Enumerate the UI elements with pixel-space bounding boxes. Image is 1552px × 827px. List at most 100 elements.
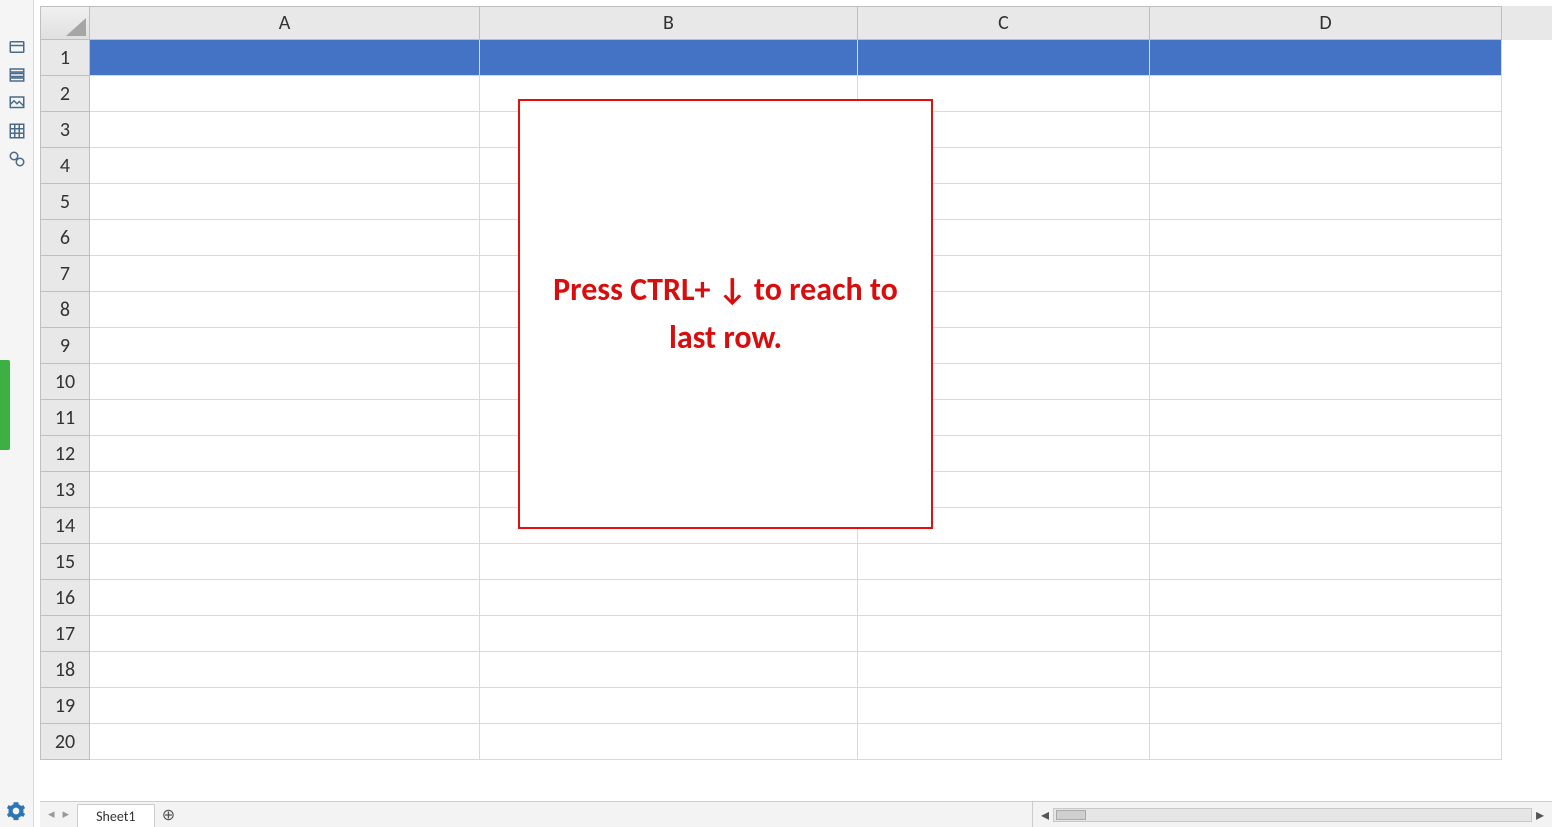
cell-A15[interactable] <box>90 544 480 580</box>
tab-nav-arrows[interactable]: ◂ ▸ <box>40 802 77 827</box>
cell-A10[interactable] <box>90 364 480 400</box>
cell-B1[interactable] <box>480 40 858 76</box>
cell-A13[interactable] <box>90 472 480 508</box>
cell-C16[interactable] <box>858 580 1150 616</box>
add-sheet-button[interactable]: ⊕ <box>155 802 183 827</box>
cell-B17[interactable] <box>480 616 858 652</box>
cell-D2[interactable] <box>1150 76 1502 112</box>
row-16: 16 <box>40 580 1552 616</box>
row-header-14[interactable]: 14 <box>40 508 90 544</box>
cell-B16[interactable] <box>480 580 858 616</box>
cell-D12[interactable] <box>1150 436 1502 472</box>
row-header-4[interactable]: 4 <box>40 148 90 184</box>
cell-C20[interactable] <box>858 724 1150 760</box>
row-18: 18 <box>40 652 1552 688</box>
row-header-11[interactable]: 11 <box>40 400 90 436</box>
cell-A9[interactable] <box>90 328 480 364</box>
hscroll-thumb[interactable] <box>1056 810 1086 820</box>
sidebar-handle[interactable] <box>0 360 10 450</box>
row-header-17[interactable]: 17 <box>40 616 90 652</box>
hscroll-track[interactable] <box>1053 808 1532 822</box>
cell-C18[interactable] <box>858 652 1150 688</box>
cell-A19[interactable] <box>90 688 480 724</box>
row-header-18[interactable]: 18 <box>40 652 90 688</box>
cell-B15[interactable] <box>480 544 858 580</box>
row-header-13[interactable]: 13 <box>40 472 90 508</box>
cell-A20[interactable] <box>90 724 480 760</box>
cell-A14[interactable] <box>90 508 480 544</box>
find-icon[interactable] <box>6 148 28 170</box>
row-header-5[interactable]: 5 <box>40 184 90 220</box>
cell-A8[interactable] <box>90 292 480 328</box>
cell-D9[interactable] <box>1150 328 1502 364</box>
cell-A16[interactable] <box>90 580 480 616</box>
column-header-B[interactable]: B <box>480 6 858 40</box>
cell-D10[interactable] <box>1150 364 1502 400</box>
cell-A2[interactable] <box>90 76 480 112</box>
cell-A12[interactable] <box>90 436 480 472</box>
cell-A6[interactable] <box>90 220 480 256</box>
cell-D3[interactable] <box>1150 112 1502 148</box>
hscroll-right-icon[interactable]: ▸ <box>1532 807 1548 823</box>
cell-D20[interactable] <box>1150 724 1502 760</box>
cell-A5[interactable] <box>90 184 480 220</box>
horizontal-scrollbar[interactable]: ◂ ▸ <box>1032 802 1552 827</box>
cell-B18[interactable] <box>480 652 858 688</box>
cell-D17[interactable] <box>1150 616 1502 652</box>
cell-B20[interactable] <box>480 724 858 760</box>
row-header-16[interactable]: 16 <box>40 580 90 616</box>
cell-A11[interactable] <box>90 400 480 436</box>
row-header-8[interactable]: 8 <box>40 292 90 328</box>
tab-next-icon[interactable]: ▸ <box>63 807 70 822</box>
column-header-A[interactable]: A <box>90 6 480 40</box>
column-header-C[interactable]: C <box>858 6 1150 40</box>
cell-D7[interactable] <box>1150 256 1502 292</box>
row-header-12[interactable]: 12 <box>40 436 90 472</box>
cell-D19[interactable] <box>1150 688 1502 724</box>
cell-D15[interactable] <box>1150 544 1502 580</box>
row-header-9[interactable]: 9 <box>40 328 90 364</box>
row-header-15[interactable]: 15 <box>40 544 90 580</box>
properties-icon[interactable] <box>6 36 28 58</box>
gallery-icon[interactable] <box>6 92 28 114</box>
cell-C19[interactable] <box>858 688 1150 724</box>
settings-gear-icon[interactable] <box>6 801 26 821</box>
sheet-tab-active[interactable]: Sheet1 <box>77 804 154 827</box>
cell-D6[interactable] <box>1150 220 1502 256</box>
cell-D13[interactable] <box>1150 472 1502 508</box>
row-header-2[interactable]: 2 <box>40 76 90 112</box>
select-all-corner[interactable] <box>40 6 90 40</box>
row-header-6[interactable]: 6 <box>40 220 90 256</box>
navigator-icon[interactable] <box>6 120 28 142</box>
cell-C15[interactable] <box>858 544 1150 580</box>
cell-A1[interactable] <box>90 40 480 76</box>
tab-prev-icon[interactable]: ◂ <box>48 807 55 822</box>
cell-B19[interactable] <box>480 688 858 724</box>
row-header-3[interactable]: 3 <box>40 112 90 148</box>
cell-D4[interactable] <box>1150 148 1502 184</box>
cell-A17[interactable] <box>90 616 480 652</box>
cell-D16[interactable] <box>1150 580 1502 616</box>
cell-D11[interactable] <box>1150 400 1502 436</box>
cell-D1[interactable] <box>1150 40 1502 76</box>
styles-icon[interactable] <box>6 64 28 86</box>
hscroll-left-icon[interactable]: ◂ <box>1037 807 1053 823</box>
sheet-tab-bar: ◂ ▸ Sheet1 ⊕ ◂ ▸ <box>40 801 1552 827</box>
row-header-7[interactable]: 7 <box>40 256 90 292</box>
row-header-19[interactable]: 19 <box>40 688 90 724</box>
cell-A3[interactable] <box>90 112 480 148</box>
cell-D18[interactable] <box>1150 652 1502 688</box>
cell-D14[interactable] <box>1150 508 1502 544</box>
cell-D8[interactable] <box>1150 292 1502 328</box>
annotation-text: Press CTRL+ ↓ to reach to last row. <box>544 266 907 362</box>
column-header-D[interactable]: D <box>1150 6 1502 40</box>
cell-A18[interactable] <box>90 652 480 688</box>
cell-C17[interactable] <box>858 616 1150 652</box>
cell-C1[interactable] <box>858 40 1150 76</box>
cell-D5[interactable] <box>1150 184 1502 220</box>
cell-A4[interactable] <box>90 148 480 184</box>
row-header-10[interactable]: 10 <box>40 364 90 400</box>
row-header-1[interactable]: 1 <box>40 40 90 76</box>
cell-A7[interactable] <box>90 256 480 292</box>
row-header-20[interactable]: 20 <box>40 724 90 760</box>
